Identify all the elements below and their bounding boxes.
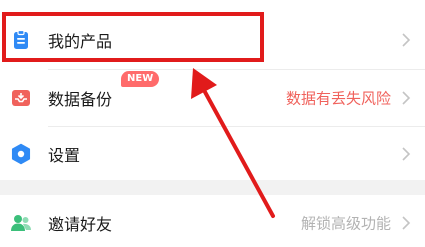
menu-item-label: 邀请好友	[48, 215, 113, 234]
new-badge: NEW	[121, 71, 160, 87]
chevron-right-icon	[399, 145, 413, 163]
menu-group-invite: 邀请好友 解锁高级功能	[0, 195, 425, 247]
menu-item-data-backup[interactable]: 数据备份 数据有丢失风险	[0, 70, 425, 126]
gear-icon	[10, 143, 32, 165]
menu-item-label: 设置	[48, 146, 81, 165]
backup-icon	[10, 87, 32, 109]
menu-item-settings[interactable]: 设置	[0, 126, 425, 182]
invite-hint-text: 解锁高级功能	[300, 214, 391, 233]
highlight-box	[2, 12, 264, 62]
backup-warning-text: 数据有丢失风险	[285, 89, 391, 108]
chevron-right-icon	[399, 214, 413, 232]
menu-item-invite-friends[interactable]: 邀请好友 解锁高级功能	[0, 195, 425, 247]
chevron-right-icon	[399, 31, 413, 49]
top-strip	[0, 0, 425, 8]
menu-item-label: 数据备份	[48, 90, 113, 109]
settings-menu-page: 我的产品 数据备份 数据有丢失风险 设置 邀请好友 解锁高级功能 NEW	[0, 0, 425, 247]
invite-users-icon	[10, 212, 32, 234]
chevron-right-icon	[399, 89, 413, 107]
